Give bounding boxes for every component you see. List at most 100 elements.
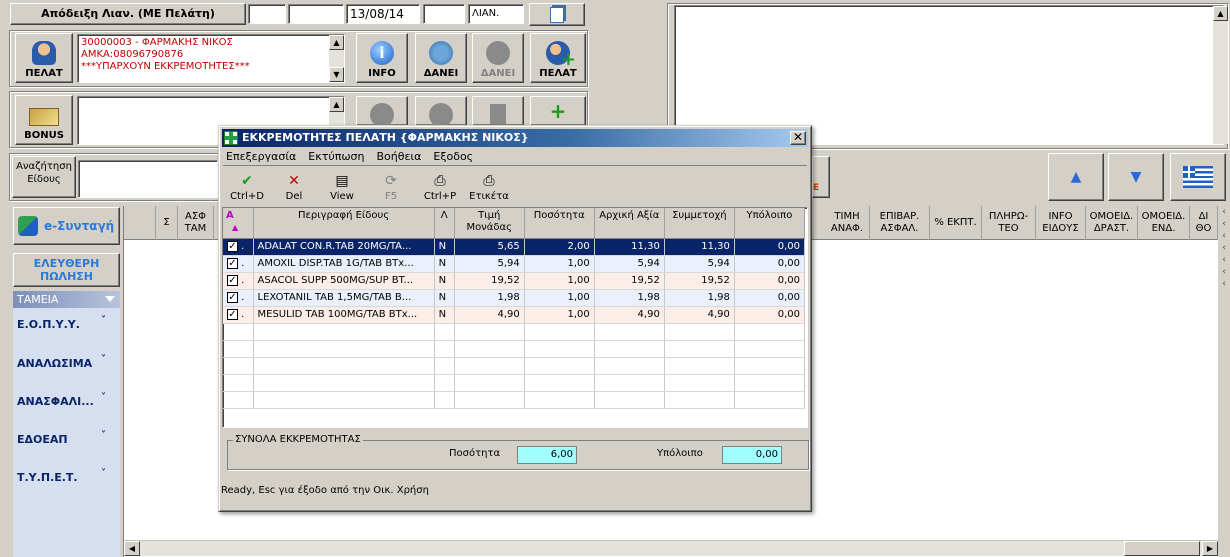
empty-row [223,374,806,392]
menu-exit[interactable]: Εξοδος [427,149,479,165]
bonus-action-3[interactable] [472,96,524,126]
e-prescription-button[interactable]: e-Συνταγή [13,207,120,245]
empty-row [223,357,806,375]
info-button[interactable]: i INFO [356,33,408,83]
table-row[interactable]: ✓ . AMOXIL DISP.TAB 1G/TAB BTx... N 5,94… [223,255,806,273]
customer-info-box: 30000003 - ΦΑΡΜΑΚΗΣ ΝΙΚΟΣ ΑΜΚΑ:080967908… [77,34,345,83]
customer-button[interactable]: ΠΕΛΑΤ [15,33,73,83]
col-header-discount[interactable]: % ΕΚΠΤ. [930,206,982,240]
sale-type-field[interactable]: ΛΙΑΝ. [468,4,524,24]
cell-price: 19,52 [454,272,525,290]
totals-remaining-value: 0,00 [722,446,782,464]
pending-items-table[interactable]: A ▲ Περιγραφή Είδους Λ Τιμή Μονάδας Ποσότ… [223,208,806,409]
tameia-label: ΤΑΜΕΙΑ [17,293,59,306]
view-document-icon: ▤ [335,173,349,189]
scroll-thumb[interactable] [1124,541,1200,556]
table-row[interactable]: ✓ . ADALAT CON.R.TAB 20MG/TA... N 5,65 2… [223,238,806,256]
fund-item-edoeap[interactable]: ΕΔΟΕΑΠ ˅ [13,424,120,458]
tameia-header[interactable]: ΤΑΜΕΙΑ [13,291,120,308]
free-sale-button[interactable]: ΕΛΕΥΘΕΡΗ ΠΩΛΗΣΗ [13,253,120,287]
cell-quantity: 1,00 [524,306,595,324]
col-header-initial-value[interactable]: Αρχική Αξία [594,208,665,239]
col-header-s[interactable]: Σ [156,206,178,240]
scroll-right-icon: ▶ [1202,541,1218,556]
col-header-insurance[interactable]: ΑΣΦ ΤΑΜ [178,206,214,240]
menu-print[interactable]: Εκτύπωση [302,149,370,165]
edit-button[interactable] [529,3,585,26]
col-header-quantity[interactable]: Ποσότητα [524,208,595,239]
loan-disabled-icon [486,41,510,65]
search-input[interactable] [78,160,218,198]
toolbar-view-button[interactable]: ▤ View [325,170,359,204]
ok-label: Ctrl+D [230,191,264,202]
move-down-button[interactable]: ▼ [1108,153,1164,201]
menu-edit[interactable]: Επεξεργασία [223,149,302,165]
cell-l: N [434,306,455,324]
header-field-2[interactable] [288,4,344,24]
col-header-ref-price[interactable]: ΤΙΜΗ ΑΝΑΦ. [825,206,870,240]
loan-disabled-button[interactable]: ΔΑΝΕΙ [472,33,524,83]
loan-button[interactable]: ΔΑΝΕΙ [415,33,467,83]
language-button[interactable] [1170,153,1226,201]
col-header-similar-ind[interactable]: ΟΜΟΕΙΔ. ΕΝΔ. [1138,206,1190,240]
bonus-button[interactable]: BONUS [15,95,73,145]
table-row[interactable]: ✓ . ASACOL SUPP 500MG/SUP BT... N 19,52 … [223,272,806,290]
check-icon: ✔ [241,173,253,189]
header-field-3[interactable] [423,4,465,24]
header-field-1[interactable] [248,4,286,24]
bonus-action-1[interactable] [356,96,408,127]
close-icon[interactable]: ✕ [790,131,806,145]
fund-item-typet[interactable]: Τ.Υ.Π.Ε.Τ. ˅ [13,462,120,496]
date-field[interactable]: 13/08/14 [346,4,420,24]
add-customer-button[interactable]: + ΠΕΛΑΤ [530,33,586,83]
col-header-address[interactable]: ΔΙ ΘΟ [1190,206,1218,240]
info-button-label: INFO [368,68,396,79]
action-button-partial[interactable]: E [812,156,830,198]
bonus-action-2[interactable] [415,96,467,127]
col-header-description[interactable]: Περιγραφή Είδους [253,208,435,239]
col-header-similar-active[interactable]: ΟΜΟΕΙΔ. ΔΡΑΣΤ. [1086,206,1138,240]
toolbar-ok-button[interactable]: ✔ Ctrl+D [227,170,267,204]
col-header-l[interactable]: Λ [434,208,455,239]
bonus-scrollbar[interactable]: ▲ [329,97,344,125]
fund-item-uninsured[interactable]: ΑΝΑΣΦΑΛΙ... ˅ [13,386,120,420]
customer-icon [32,41,56,65]
scroll-up-icon: ▲ [329,97,344,112]
row-checkbox[interactable]: ✓ [227,275,238,286]
row-checkbox[interactable]: ✓ [227,241,238,252]
col-header-payable[interactable]: ΠΛΗΡΩ- ΤΕΟ [982,206,1036,240]
row-checkbox[interactable]: ✓ [227,258,238,269]
toolbar-print-button[interactable]: ⎙ Ctrl+P [421,170,459,204]
receipt-type-button[interactable]: Απόδειξη Λιαν. (ΜΕ Πελάτη) [10,3,246,25]
cell-participation: 11,30 [664,238,735,256]
col-header-remaining[interactable]: Υπόλοιπο [734,208,806,239]
grid-side-arrows[interactable]: ‹ ‹ ‹ ‹ ‹ ‹ ‹ [1218,206,1230,557]
col-header-unit-price[interactable]: Τιμή Μονάδας [454,208,525,239]
col-header-surcharge[interactable]: ΕΠΙΒΑΡ. ΑΣΦΑΛ. [870,206,930,240]
search-label-button[interactable]: Αναζήτηση Είδους [12,156,76,198]
dialog-app-icon [224,131,238,145]
col-header-item-info[interactable]: INFO ΕΙΔΟΥΣ [1036,206,1086,240]
row-checkbox[interactable]: ✓ [227,292,238,303]
dialog-title: ΕΚΚΡΕΜΟΤΗΤΕΣ ΠΕΛΑΤΗ {ΦΑΡΜΑΚΗΣ ΝΙΚΟΣ} [242,131,529,144]
customer-line-1: 30000003 - ΦΑΡΜΑΚΗΣ ΝΙΚΟΣ [81,37,233,48]
table-row[interactable]: ✓ . LEXOTANIL TAB 1,5MG/TAB B... N 1,98 … [223,289,806,307]
loan-refresh-icon [429,41,453,65]
fund-item-consumables[interactable]: ΑΝΑΛΩΣΙΜΑ ˅ [13,348,120,382]
customer-info-scrollbar[interactable]: ▲ ▼ [329,35,344,82]
main-grid-hscrollbar[interactable]: ◀ ▶ [124,540,1218,556]
toolbar-label-button[interactable]: ⎙ Ετικέτα [469,170,509,204]
right-panel-scrollbar[interactable]: ▲ [1213,6,1228,144]
toolbar-refresh-button[interactable]: ⟳ F5 [374,170,408,204]
bonus-add-button[interactable]: + [530,96,586,126]
menu-help[interactable]: Βοήθεια [371,149,428,165]
col-header-a[interactable]: A ▲ [223,208,254,239]
row-checkbox[interactable]: ✓ [227,309,238,320]
table-row[interactable]: ✓ . MESULID TAB 100MG/TAB BTx... N 4,90 … [223,306,806,324]
toolbar-delete-button[interactable]: ✕ Del [277,170,311,204]
move-up-button[interactable]: ▲ [1048,153,1104,201]
dialog-titlebar[interactable]: ΕΚΚΡΕΜΟΤΗΤΕΣ ΠΕΛΑΤΗ {ΦΑΡΜΑΚΗΣ ΝΙΚΟΣ} ✕ [222,129,808,147]
col-header-participation[interactable]: Συμμετοχή [664,208,735,239]
fund-item-eopyy[interactable]: Ε.Ο.Π.Υ.Υ. ˅ [13,309,120,343]
cell-participation: 1,98 [664,289,735,307]
